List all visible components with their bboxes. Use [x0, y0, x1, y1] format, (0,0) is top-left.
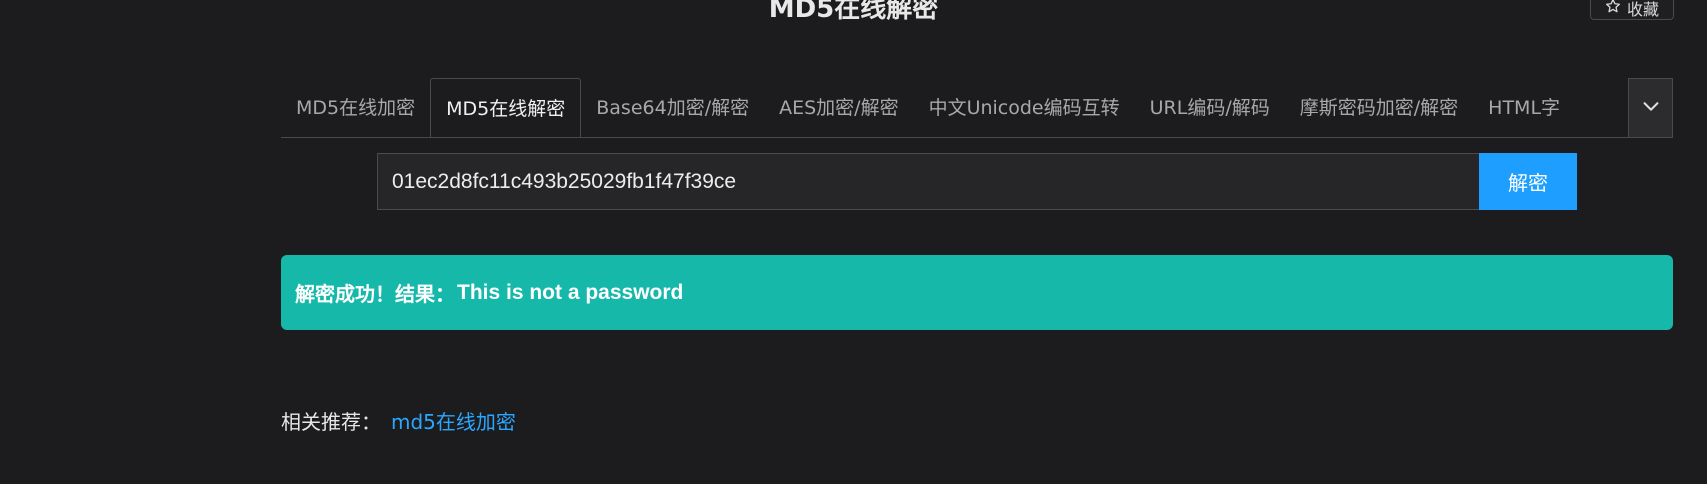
result-value: This is not a password — [457, 280, 684, 304]
tab-base64[interactable]: Base64加密/解密 — [581, 78, 764, 137]
page: MD5在线解密 收藏 MD5在线加密 MD5在线解密 Base64加密/解密 A… — [0, 0, 1707, 484]
tab-url-encode[interactable]: URL编码/解码 — [1135, 78, 1285, 137]
related-link-md5-encrypt[interactable]: md5在线加密 — [391, 406, 516, 438]
related-label: 相关推荐： — [281, 410, 381, 434]
tab-morse[interactable]: 摩斯密码加密/解密 — [1285, 78, 1473, 137]
star-icon — [1605, 0, 1621, 18]
tab-unicode[interactable]: 中文Unicode编码互转 — [914, 78, 1135, 137]
result-alert: 解密成功！结果： This is not a password — [281, 255, 1673, 330]
tab-html[interactable]: HTML字 — [1473, 78, 1575, 137]
tab-md5-decrypt[interactable]: MD5在线解密 — [430, 78, 582, 137]
tab-bar: MD5在线加密 MD5在线解密 Base64加密/解密 AES加密/解密 中文U… — [281, 78, 1629, 138]
tabs-more-button[interactable] — [1628, 78, 1673, 138]
related-recommendations: 相关推荐： md5在线加密 — [281, 406, 516, 438]
page-title: MD5在线解密 — [768, 0, 939, 24]
favorite-button[interactable]: 收藏 — [1590, 0, 1674, 20]
decrypt-form: 解密 — [377, 153, 1577, 210]
favorite-label: 收藏 — [1626, 0, 1659, 19]
hash-input[interactable] — [377, 153, 1479, 210]
chevron-down-icon — [1640, 95, 1662, 121]
decrypt-button[interactable]: 解密 — [1479, 153, 1577, 210]
tab-md5-encrypt[interactable]: MD5在线加密 — [281, 78, 430, 137]
tab-aes[interactable]: AES加密/解密 — [764, 78, 913, 137]
result-prefix: 解密成功！结果： — [295, 282, 455, 306]
